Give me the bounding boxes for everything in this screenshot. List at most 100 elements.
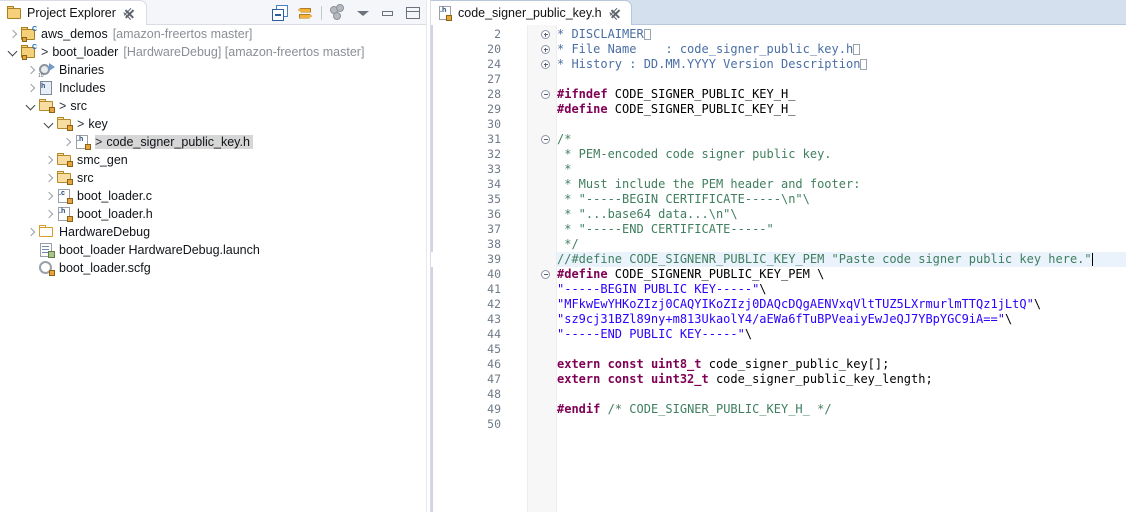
line-text: extern const uint32_t code_signer_public… bbox=[557, 372, 1126, 387]
header-file-icon: .h bbox=[56, 206, 73, 222]
maximize-icon[interactable] bbox=[404, 4, 422, 22]
code-line-45[interactable]: 45 bbox=[431, 342, 1126, 357]
collapse-all-icon[interactable] bbox=[271, 4, 289, 22]
code-line-50[interactable]: 50 bbox=[431, 417, 1126, 432]
line-number: 31 bbox=[431, 132, 527, 147]
tree-item-boot-loader-c[interactable]: .cboot_loader.c bbox=[0, 187, 425, 205]
code-line-35[interactable]: 35 * "-----BEGIN CERTIFICATE-----\n"\ bbox=[431, 192, 1126, 207]
tree-item-hardwaredebug[interactable]: HardwareDebug bbox=[0, 223, 425, 241]
code-line-2[interactable]: 2* DISCLAIMER bbox=[431, 27, 1126, 42]
code-line-41[interactable]: 41"-----BEGIN PUBLIC KEY-----"\ bbox=[431, 282, 1126, 297]
tree-item-src[interactable]: src bbox=[0, 169, 425, 187]
tree-item-key[interactable]: >key bbox=[0, 115, 425, 133]
collapsed-region-icon[interactable] bbox=[860, 59, 867, 70]
fold-cell[interactable] bbox=[527, 267, 557, 282]
code-line-36[interactable]: 36 * "...base64 data...\n"\ bbox=[431, 207, 1126, 222]
line-text bbox=[557, 417, 1126, 432]
code-line-47[interactable]: 47extern const uint32_t code_signer_publ… bbox=[431, 372, 1126, 387]
code-line-27[interactable]: 27 bbox=[431, 72, 1126, 87]
fold-collapse-icon[interactable] bbox=[541, 135, 550, 144]
code-line-29[interactable]: 29#define CODE_SIGNER_PUBLIC_KEY_H_ bbox=[431, 102, 1126, 117]
tree-item-boot-loader-hardwaredebug-launch[interactable]: boot_loader HardwareDebug.launch bbox=[0, 241, 425, 259]
code-viewport[interactable]: 2* DISCLAIMER20* File Name : code_signer… bbox=[431, 25, 1126, 512]
code-line-24[interactable]: 24* History : DD.MM.YYYY Version Descrip… bbox=[431, 57, 1126, 72]
chevron-right-icon[interactable] bbox=[24, 223, 38, 241]
line-text: * "-----BEGIN CERTIFICATE-----\n"\ bbox=[557, 192, 1126, 207]
tree-item-binaries[interactable]: 10Binaries bbox=[0, 61, 425, 79]
code-line-44[interactable]: 44"-----END PUBLIC KEY-----"\ bbox=[431, 327, 1126, 342]
chevron-right-icon[interactable] bbox=[42, 187, 56, 205]
chevron-right-icon[interactable] bbox=[42, 205, 56, 223]
tree-item-code-signer-public-key-h[interactable]: .h>code_signer_public_key.h bbox=[0, 133, 425, 151]
fold-cell[interactable] bbox=[527, 27, 557, 42]
fold-expand-icon[interactable] bbox=[541, 60, 550, 69]
chevron-down-icon[interactable] bbox=[24, 97, 38, 115]
fold-expand-icon[interactable] bbox=[541, 30, 550, 39]
twisty-spacer bbox=[24, 241, 38, 259]
fold-cell[interactable] bbox=[527, 42, 557, 57]
tree-item-name: boot_loader.c bbox=[77, 189, 152, 203]
tab-code-signer-public-key-h[interactable]: .h code_signer_public_key.h bbox=[431, 0, 632, 25]
code-line-30[interactable]: 30 bbox=[431, 117, 1126, 132]
code-line-48[interactable]: 48 bbox=[431, 387, 1126, 402]
code-line-38[interactable]: 38 */ bbox=[431, 237, 1126, 252]
code-line-42[interactable]: 42"MFkwEwYHKoZIzj0CAQYIKoZIzj0DAQcDQgAEN… bbox=[431, 297, 1126, 312]
chevron-right-icon[interactable] bbox=[24, 79, 38, 97]
dirty-marker: > bbox=[59, 99, 66, 113]
line-text: "MFkwEwYHKoZIzj0CAQYIKoZIzj0DAQcDQgAENVx… bbox=[557, 297, 1126, 312]
chevron-right-icon[interactable] bbox=[6, 25, 20, 43]
chevron-right-icon[interactable] bbox=[24, 61, 38, 79]
project-tree[interactable]: Caws_demos[amazon-freertos master]C>boot… bbox=[0, 25, 425, 512]
code-line-28[interactable]: 28#ifndef CODE_SIGNER_PUBLIC_KEY_H_ bbox=[431, 87, 1126, 102]
tree-item-src[interactable]: >src bbox=[0, 97, 425, 115]
code-token: * "-----END CERTIFICATE-----" bbox=[557, 222, 774, 236]
tree-item-boot-loader-h[interactable]: .hboot_loader.h bbox=[0, 205, 425, 223]
code-line-40[interactable]: 40#define CODE_SIGNENR_PUBLIC_KEY_PEM \ bbox=[431, 267, 1126, 282]
close-view-icon[interactable] bbox=[124, 8, 135, 19]
code-token: CODE_SIGNENR_PUBLIC_KEY_PEM \ bbox=[608, 267, 825, 281]
fold-cell[interactable] bbox=[527, 57, 557, 72]
tree-item-includes[interactable]: hIncludes bbox=[0, 79, 425, 97]
code-token: * bbox=[557, 162, 571, 176]
chevron-right-icon[interactable] bbox=[42, 151, 56, 169]
code-token bbox=[600, 402, 607, 416]
code-line-46[interactable]: 46extern const uint8_t code_signer_publi… bbox=[431, 357, 1126, 372]
fold-cell[interactable] bbox=[527, 87, 557, 102]
tree-item-boot-loader[interactable]: C>boot_loader[HardwareDebug] [amazon-fre… bbox=[0, 43, 425, 61]
code-line-20[interactable]: 20* File Name : code_signer_public_key.h bbox=[431, 42, 1126, 57]
fold-cell bbox=[527, 387, 557, 402]
chevron-down-icon[interactable] bbox=[42, 115, 56, 133]
fold-expand-icon[interactable] bbox=[541, 45, 550, 54]
line-text: #endif /* CODE_SIGNER_PUBLIC_KEY_H_ */ bbox=[557, 402, 1126, 417]
code-line-49[interactable]: 49#endif /* CODE_SIGNER_PUBLIC_KEY_H_ */ bbox=[431, 402, 1126, 417]
fold-cell bbox=[527, 282, 557, 297]
chevron-right-icon[interactable] bbox=[42, 169, 56, 187]
fold-collapse-icon[interactable] bbox=[541, 270, 550, 279]
collapsed-region-icon[interactable] bbox=[853, 44, 860, 55]
chevron-down-icon[interactable] bbox=[6, 43, 20, 61]
tree-item-aws-demos[interactable]: Caws_demos[amazon-freertos master] bbox=[0, 25, 425, 43]
code-line-32[interactable]: 32 * PEM-encoded code signer public key. bbox=[431, 147, 1126, 162]
code-line-33[interactable]: 33 * bbox=[431, 162, 1126, 177]
code-token: code_signer_public_key_length; bbox=[709, 372, 933, 386]
collapsed-region-icon[interactable] bbox=[644, 29, 651, 40]
tree-item-boot-loader-scfg[interactable]: boot_loader.scfg bbox=[0, 259, 425, 277]
chevron-right-icon[interactable] bbox=[60, 133, 74, 151]
code-line-34[interactable]: 34 * Must include the PEM header and foo… bbox=[431, 177, 1126, 192]
code-line-39[interactable]: 39//#define CODE_SIGNENR_PUBLIC_KEY_PEM … bbox=[431, 252, 1126, 267]
view-menu-dots-icon[interactable] bbox=[329, 4, 347, 22]
minimize-icon[interactable] bbox=[379, 4, 397, 22]
link-with-editor-icon[interactable] bbox=[296, 4, 314, 22]
fold-cell bbox=[527, 72, 557, 87]
line-number: 30 bbox=[431, 117, 527, 132]
fold-cell[interactable] bbox=[527, 132, 557, 147]
code-line-43[interactable]: 43"sz9cj31BZl89ny+m813UkaolY4/aEWa6fTuBP… bbox=[431, 312, 1126, 327]
tree-item-smc-gen[interactable]: smc_gen bbox=[0, 151, 425, 169]
close-tab-icon[interactable] bbox=[610, 8, 621, 19]
fold-collapse-icon[interactable] bbox=[541, 90, 550, 99]
code-token: \ bbox=[1005, 312, 1012, 326]
code-line-31[interactable]: 31/* bbox=[431, 132, 1126, 147]
tab-project-explorer[interactable]: Project Explorer bbox=[0, 0, 147, 25]
chevron-down-icon[interactable] bbox=[354, 4, 372, 22]
code-line-37[interactable]: 37 * "-----END CERTIFICATE-----" bbox=[431, 222, 1126, 237]
